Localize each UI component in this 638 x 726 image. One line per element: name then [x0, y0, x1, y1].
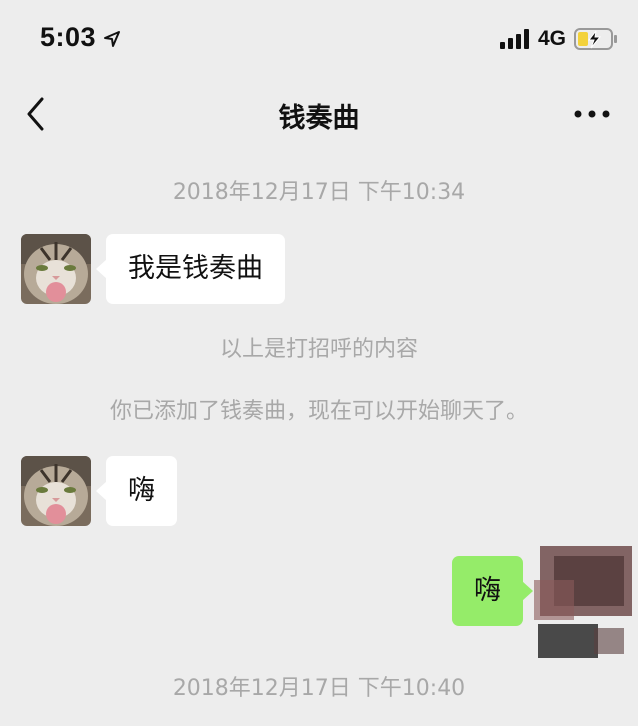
more-dots-icon[interactable]	[570, 102, 614, 126]
network-type-label: 4G	[538, 27, 567, 50]
contact-avatar[interactable]	[21, 456, 91, 526]
message-timestamp: 2018年12月17日 下午10:34	[172, 180, 466, 205]
status-bar: 5:03 4G	[0, 0, 638, 80]
chat-header: 钱奏曲	[0, 80, 638, 150]
self-avatar[interactable]	[534, 540, 638, 660]
signal-bars-icon	[500, 29, 529, 49]
status-time: 5:03	[40, 22, 97, 52]
location-arrow-icon	[104, 31, 120, 47]
contact-avatar[interactable]	[21, 234, 91, 304]
outgoing-message-bubble[interactable]: 嗨	[452, 556, 533, 626]
system-notice: 你已添加了钱奏曲，现在可以开始聊天了。	[109, 399, 528, 424]
incoming-message-bubble[interactable]: 嗨	[96, 456, 177, 526]
system-notice: 以上是打招呼的内容	[219, 337, 418, 362]
chat-title: 钱奏曲	[278, 103, 360, 134]
incoming-message-bubble[interactable]: 我是钱奏曲	[96, 234, 285, 304]
message-timestamp: 2018年12月17日 下午10:40	[172, 676, 466, 701]
battery-charging-icon	[574, 28, 617, 50]
